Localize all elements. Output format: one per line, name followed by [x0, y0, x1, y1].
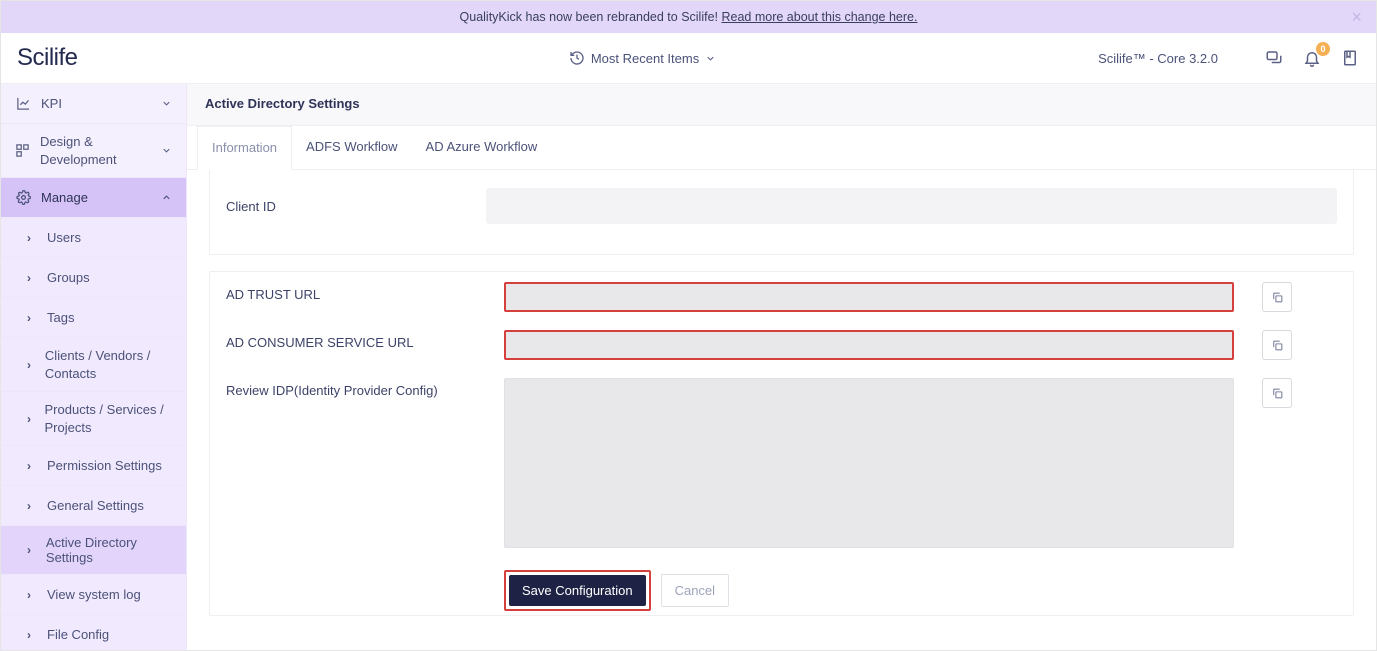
version-label: Scilife™ - Core 3.2.0 [1098, 51, 1218, 66]
sidebar-manage-label: Manage [41, 190, 88, 205]
sidebar-sub-label: Groups [47, 270, 90, 285]
chevron-right-icon: › [27, 358, 35, 372]
ad-consumer-url-input[interactable] [504, 330, 1234, 360]
grid-icon [15, 143, 30, 158]
bell-icon[interactable]: 0 [1302, 48, 1322, 68]
tabs: Information ADFS Workflow AD Azure Workf… [187, 126, 1376, 170]
copy-trust-url-button[interactable] [1262, 282, 1292, 312]
sidebar-kpi-label: KPI [41, 96, 62, 111]
recent-items-label: Most Recent Items [591, 51, 699, 66]
sidebar-sub-label: Tags [47, 310, 74, 325]
close-icon[interactable]: × [1351, 8, 1362, 26]
copy-idp-button[interactable] [1262, 378, 1292, 408]
chevron-right-icon: › [27, 412, 35, 426]
ad-consumer-url-label: AD CONSUMER SERVICE URL [226, 330, 494, 350]
ad-trust-url-label: AD TRUST URL [226, 282, 494, 302]
client-id-label: Client ID [226, 199, 486, 214]
sidebar-sub-label: Users [47, 230, 81, 245]
copy-consumer-url-button[interactable] [1262, 330, 1292, 360]
banner-link[interactable]: Read more about this change here. [721, 10, 917, 24]
history-icon [569, 50, 585, 66]
sidebar-item-design[interactable]: Design & Development [1, 124, 186, 178]
review-idp-label: Review IDP(Identity Provider Config) [226, 378, 494, 398]
chevron-right-icon: › [27, 499, 37, 513]
sidebar-sub-permission[interactable]: › Permission Settings [1, 446, 186, 486]
client-id-panel: Client ID [209, 170, 1354, 255]
chevron-right-icon: › [27, 459, 37, 473]
sidebar-sub-label: General Settings [47, 498, 144, 513]
sidebar: KPI Design & Development Manage › Users [1, 84, 187, 650]
ad-config-panel: AD TRUST URL AD CONSUMER SERVICE URL Rev… [209, 271, 1354, 616]
sidebar-sub-users[interactable]: › Users [1, 218, 186, 258]
sidebar-sub-general[interactable]: › General Settings [1, 486, 186, 526]
app-header: Scilife Most Recent Items Scilife™ - Cor… [1, 33, 1376, 84]
cancel-button[interactable]: Cancel [661, 574, 729, 607]
chevron-right-icon: › [27, 543, 36, 557]
client-id-input[interactable] [486, 188, 1337, 224]
sidebar-sub-label: View system log [47, 587, 141, 602]
chevron-up-icon [161, 192, 172, 203]
sidebar-sub-label: Clients / Vendors / Contacts [45, 347, 172, 382]
sidebar-sub-clients[interactable]: › Clients / Vendors / Contacts [1, 338, 186, 392]
chevron-down-icon [705, 53, 716, 64]
logo: Scilife [17, 44, 187, 72]
bookmark-icon[interactable] [1340, 48, 1360, 68]
sidebar-item-kpi[interactable]: KPI [1, 84, 186, 124]
ad-trust-url-input[interactable] [504, 282, 1234, 312]
chevron-right-icon: › [27, 311, 37, 325]
tab-ad-azure-workflow[interactable]: AD Azure Workflow [412, 126, 552, 169]
sidebar-item-manage[interactable]: Manage [1, 178, 186, 218]
banner-text: QualityKick has now been rebranded to Sc… [460, 10, 722, 24]
sidebar-sub-products[interactable]: › Products / Services / Projects [1, 392, 186, 446]
sidebar-sub-label: Active Directory Settings [46, 535, 172, 565]
sidebar-sub-label: File Config [47, 627, 109, 642]
chart-icon [15, 96, 31, 111]
sidebar-sub-system-log[interactable]: › View system log [1, 575, 186, 615]
sidebar-design-label: Design & Development [40, 133, 151, 168]
sidebar-sub-active-directory[interactable]: › Active Directory Settings [1, 526, 186, 575]
main-content: Active Directory Settings Information AD… [187, 84, 1376, 650]
chevron-right-icon: › [27, 628, 37, 642]
sidebar-sub-tags[interactable]: › Tags [1, 298, 186, 338]
gear-icon [15, 190, 31, 205]
sidebar-sub-file-config[interactable]: › File Config [1, 615, 186, 650]
chevron-right-icon: › [27, 588, 37, 602]
recent-items-dropdown[interactable]: Most Recent Items [569, 50, 716, 66]
rebrand-banner: QualityKick has now been rebranded to Sc… [1, 1, 1376, 33]
save-configuration-button[interactable]: Save Configuration [509, 575, 646, 606]
chat-icon[interactable] [1264, 48, 1284, 68]
sidebar-sub-groups[interactable]: › Groups [1, 258, 186, 298]
sidebar-sub-label: Permission Settings [47, 458, 162, 473]
page-title: Active Directory Settings [187, 84, 1376, 126]
notification-badge: 0 [1316, 42, 1330, 56]
review-idp-textarea[interactable] [504, 378, 1234, 548]
sidebar-sub-label: Products / Services / Projects [45, 401, 172, 436]
chevron-right-icon: › [27, 231, 37, 245]
tab-adfs-workflow[interactable]: ADFS Workflow [292, 126, 412, 169]
save-highlight: Save Configuration [504, 570, 651, 611]
chevron-down-icon [161, 145, 172, 156]
tab-information[interactable]: Information [197, 126, 292, 170]
chevron-right-icon: › [27, 271, 37, 285]
chevron-down-icon [161, 98, 172, 109]
